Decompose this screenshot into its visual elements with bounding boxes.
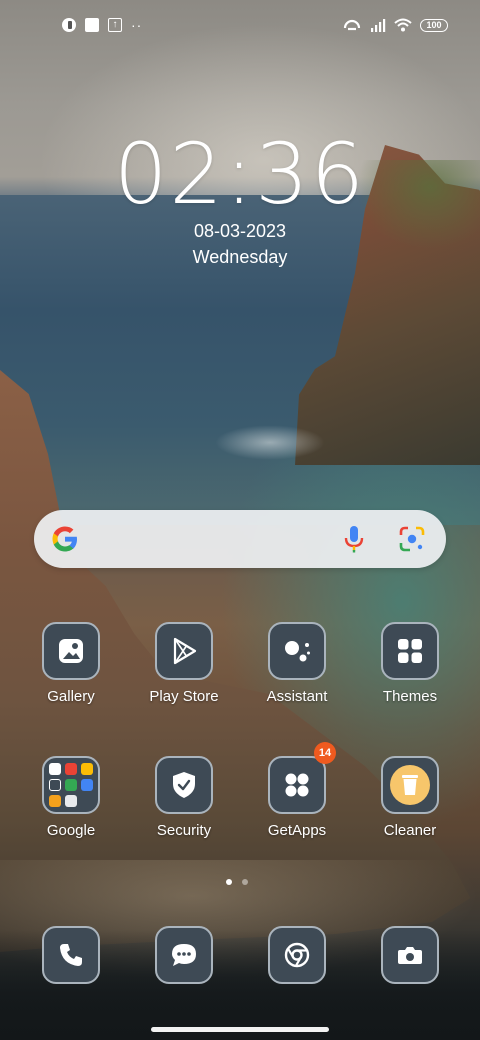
notification-badge: 14: [314, 742, 336, 764]
security-icon[interactable]: [155, 756, 213, 814]
app-label: Play Store: [149, 688, 219, 705]
camera-icon[interactable]: [381, 926, 439, 984]
gallery-icon[interactable]: [42, 622, 100, 680]
messages-icon[interactable]: [155, 926, 213, 984]
home-gesture-bar[interactable]: [151, 1027, 329, 1032]
app-label: GetApps: [267, 822, 327, 839]
app-assistant[interactable]: Assistant: [249, 622, 345, 706]
app-play-store[interactable]: Play Store: [136, 622, 232, 706]
wifi-icon: [394, 18, 412, 32]
app-cleaner[interactable]: Cleaner: [362, 756, 458, 840]
upload-notification-icon: ↑: [108, 18, 122, 32]
google-logo-icon: [52, 526, 77, 552]
themes-icon[interactable]: [381, 622, 439, 680]
signal-icon: [371, 19, 386, 32]
google-lens-icon[interactable]: [398, 525, 426, 553]
square-notification-icon: [85, 18, 99, 32]
app-label: Cleaner: [383, 822, 437, 839]
folder-google[interactable]: Google: [23, 756, 119, 840]
google-folder-icon[interactable]: [42, 756, 100, 814]
page-dot: [242, 879, 248, 885]
app-label: Security: [156, 822, 212, 839]
app-label: Google: [46, 822, 96, 839]
page-indicator: [226, 879, 248, 885]
microphone-icon[interactable]: [340, 524, 368, 554]
dock-messages[interactable]: [136, 926, 232, 984]
play-store-icon[interactable]: [155, 622, 213, 680]
battery-indicator: 100: [420, 18, 448, 32]
clock-date[interactable]: 08-03-2023: [0, 220, 480, 242]
app-security[interactable]: Security: [136, 756, 232, 840]
chrome-icon[interactable]: [268, 926, 326, 984]
more-notifications-indicator: ··: [131, 17, 143, 33]
page-dot-active: [226, 879, 232, 885]
cleaner-icon[interactable]: [381, 756, 439, 814]
clock-time[interactable]: 02:36: [0, 128, 480, 220]
dock-phone[interactable]: [23, 926, 119, 984]
dock-camera[interactable]: [362, 926, 458, 984]
google-search-bar[interactable]: [34, 510, 446, 568]
clock-weekday[interactable]: Wednesday: [0, 246, 480, 268]
app-getapps[interactable]: 14 GetApps: [249, 742, 345, 840]
phone-icon[interactable]: [42, 926, 100, 984]
getapps-icon[interactable]: 14: [268, 742, 336, 814]
hotspot-icon: [343, 19, 361, 31]
dock-chrome[interactable]: [249, 926, 345, 984]
status-bar: ↑ ·· 100: [0, 0, 480, 56]
app-label: Assistant: [266, 688, 328, 705]
app-label: Themes: [382, 688, 438, 705]
app-notification-icon: [62, 18, 76, 32]
app-label: Gallery: [47, 688, 95, 705]
assistant-icon[interactable]: [268, 622, 326, 680]
app-gallery[interactable]: Gallery: [23, 622, 119, 706]
app-themes[interactable]: Themes: [362, 622, 458, 706]
